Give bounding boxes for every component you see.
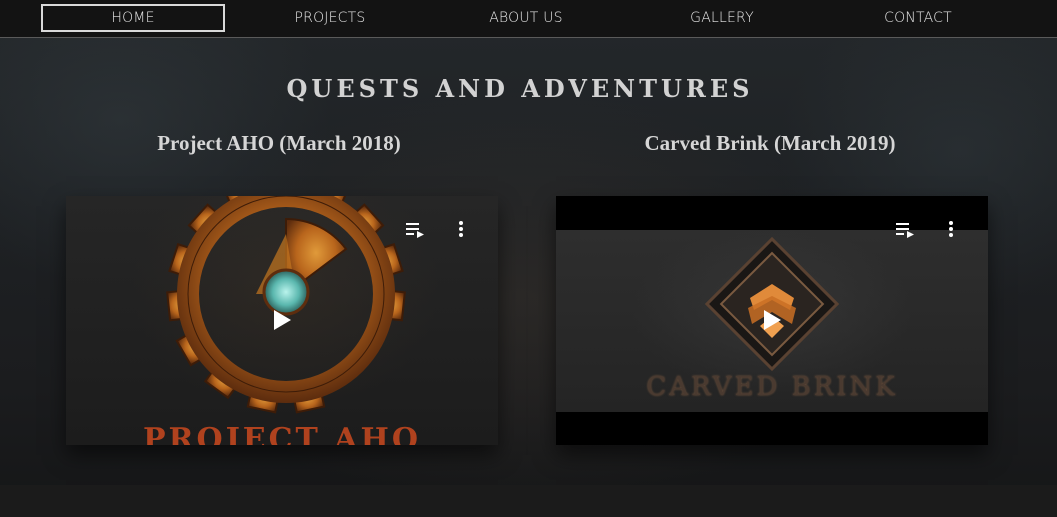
video-player-carved-brink[interactable]: CARVED BRINK xyxy=(556,196,988,445)
playlist-icon[interactable] xyxy=(894,218,916,240)
project-title-aho: Project AHO (March 2018) xyxy=(157,131,401,155)
playlist-icon[interactable] xyxy=(404,218,426,240)
top-nav: HOME PROJECTS ABOUT US GALLERY CONTACT xyxy=(0,0,1057,38)
page-footer-strip xyxy=(0,485,1057,517)
video-player-aho[interactable]: PROJECT AHO xyxy=(66,196,498,445)
nav-gallery[interactable]: GALLERY xyxy=(630,4,814,32)
nav-contact[interactable]: CONTACT xyxy=(826,4,1010,32)
nav-projects[interactable]: PROJECTS xyxy=(238,4,422,32)
play-icon[interactable] xyxy=(752,300,792,340)
video-logo-text: CARVED BRINK xyxy=(646,372,898,402)
page-title: QUESTS AND ADVENTURES xyxy=(286,74,754,103)
more-vertical-icon[interactable] xyxy=(450,218,472,240)
project-title-carved-brink: Carved Brink (March 2019) xyxy=(644,131,896,155)
video-logo-text: PROJECT AHO xyxy=(142,422,422,445)
more-vertical-icon[interactable] xyxy=(940,218,962,240)
nav-home[interactable]: HOME xyxy=(41,4,225,32)
nav-about-us[interactable]: ABOUT US xyxy=(434,4,618,32)
play-icon[interactable] xyxy=(262,300,302,340)
